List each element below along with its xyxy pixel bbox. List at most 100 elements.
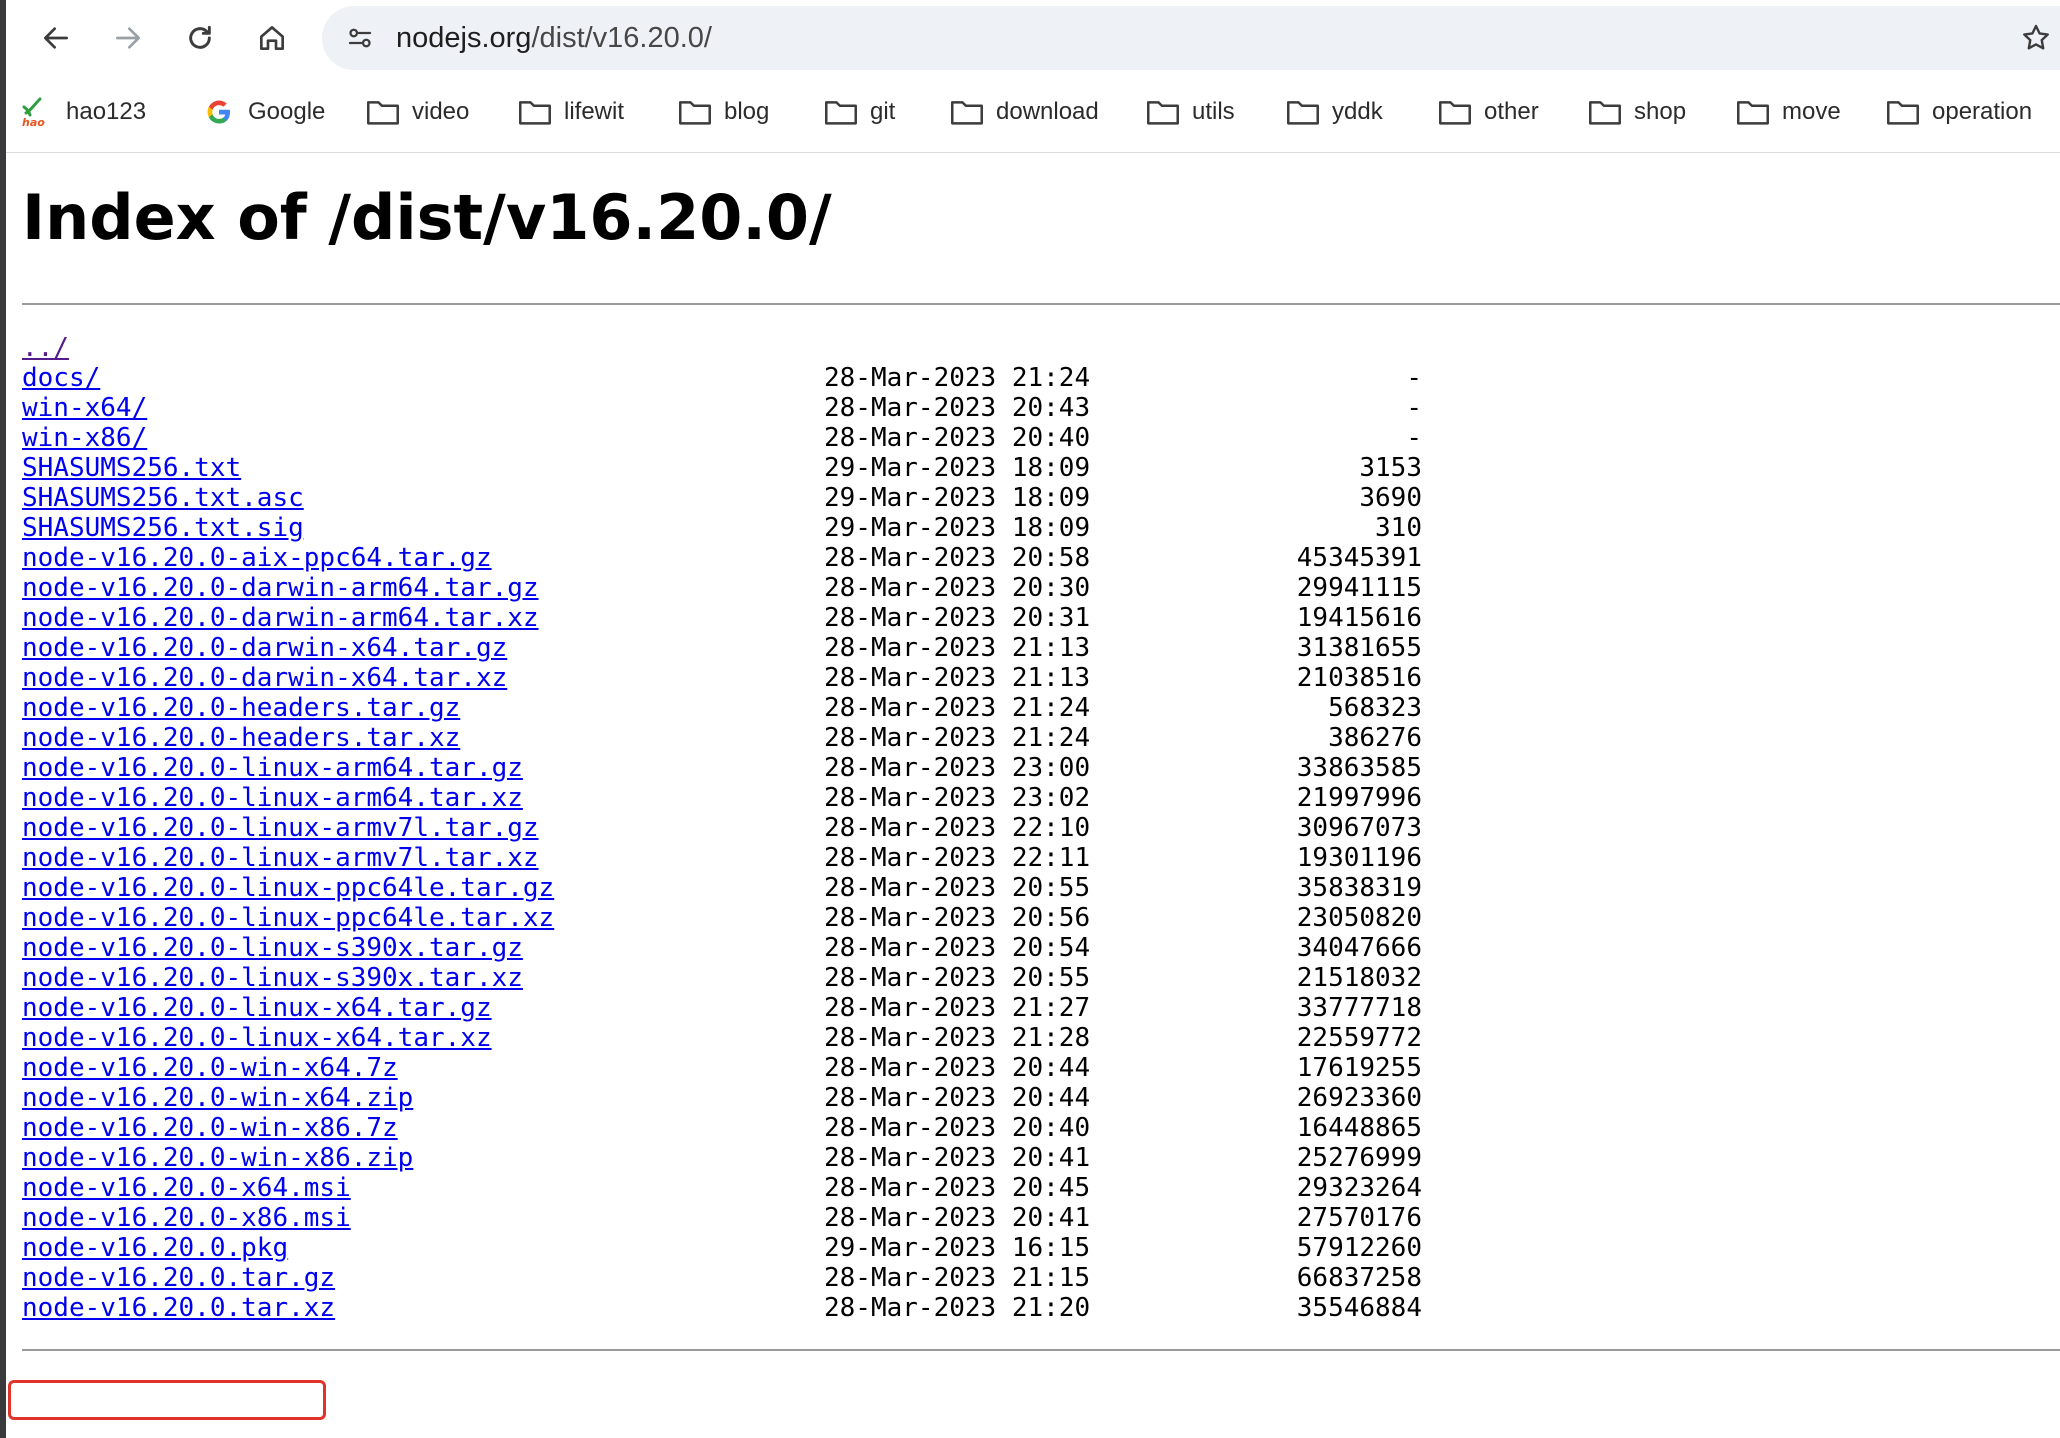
file-link[interactable]: node-v16.20.0-linux-armv7l.tar.gz xyxy=(22,813,539,843)
file-date: 28-Mar-2023 20:55 xyxy=(824,963,1091,993)
file-size: 21997996 xyxy=(1296,783,1422,813)
bookmark-label: other xyxy=(1484,98,1539,125)
file-link[interactable]: node-v16.20.0-darwin-x64.tar.xz xyxy=(22,663,507,693)
file-date: 28-Mar-2023 20:55 xyxy=(824,873,1091,903)
bookmark-yddk[interactable]: yddk xyxy=(1286,90,1383,134)
file-link[interactable]: node-v16.20.0-linux-armv7l.tar.xz xyxy=(22,843,539,873)
file-link[interactable]: node-v16.20.0-darwin-arm64.tar.gz xyxy=(22,573,539,603)
folder-icon xyxy=(678,97,712,127)
file-link[interactable]: node-v16.20.0-win-x64.7z xyxy=(22,1053,398,1083)
file-link[interactable]: node-v16.20.0-win-x86.7z xyxy=(22,1113,398,1143)
file-link[interactable]: node-v16.20.0-x86.msi xyxy=(22,1203,351,1233)
file-link[interactable]: node-v16.20.0-x64.msi xyxy=(22,1173,351,1203)
bookmark-video[interactable]: video xyxy=(366,90,469,134)
file-size: 45345391 xyxy=(1296,543,1422,573)
file-size: 3690 xyxy=(1359,483,1422,513)
file-link[interactable]: node-v16.20.0-linux-arm64.tar.xz xyxy=(22,783,523,813)
file-link[interactable]: win-x64/ xyxy=(22,393,147,423)
file-size: 21038516 xyxy=(1296,663,1422,693)
back-button[interactable] xyxy=(32,14,80,62)
file-size: 29941115 xyxy=(1296,573,1422,603)
star-icon xyxy=(2023,24,2049,50)
browser-toolbar: nodejs.org/dist/v16.20.0/ xyxy=(6,0,2060,78)
file-size: 33863585 xyxy=(1296,753,1422,783)
file-link[interactable]: node-v16.20.0-darwin-x64.tar.gz xyxy=(22,633,507,663)
site-info-button[interactable] xyxy=(340,18,380,58)
file-size: 17619255 xyxy=(1296,1053,1422,1083)
file-size: 22559772 xyxy=(1296,1023,1422,1053)
file-date: 28-Mar-2023 20:41 xyxy=(824,1203,1091,1233)
bookmark-blog[interactable]: blog xyxy=(678,90,769,134)
reload-button[interactable] xyxy=(176,14,224,62)
url-text[interactable]: nodejs.org/dist/v16.20.0/ xyxy=(396,20,712,56)
file-link[interactable]: SHASUMS256.txt.asc xyxy=(22,483,304,513)
bookmark-label: yddk xyxy=(1332,98,1383,125)
bookmark-download[interactable]: download xyxy=(950,90,1099,134)
file-link[interactable]: node-v16.20.0.tar.xz xyxy=(22,1293,335,1323)
folder-icon xyxy=(824,97,858,127)
bookmark-hao123[interactable]: hao hao123 xyxy=(20,90,146,134)
file-size: 31381655 xyxy=(1296,633,1422,663)
file-date: 28-Mar-2023 21:27 xyxy=(824,993,1091,1023)
bookmark-git[interactable]: git xyxy=(824,90,895,134)
home-button[interactable] xyxy=(248,14,296,62)
forward-button[interactable] xyxy=(104,14,152,62)
file-link[interactable]: node-v16.20.0-linux-ppc64le.tar.gz xyxy=(22,873,554,903)
file-date: 28-Mar-2023 20:43 xyxy=(824,393,1091,423)
bottom-divider xyxy=(22,1349,2060,1351)
file-link[interactable]: node-v16.20.0-linux-s390x.tar.gz xyxy=(22,933,523,963)
file-size: - xyxy=(1406,393,1422,423)
file-date: 28-Mar-2023 21:24 xyxy=(824,723,1091,753)
file-link[interactable]: node-v16.20.0-linux-ppc64le.tar.xz xyxy=(22,903,554,933)
file-size: 35546884 xyxy=(1296,1293,1422,1323)
file-link[interactable]: node-v16.20.0-headers.tar.xz xyxy=(22,723,460,753)
file-link[interactable]: node-v16.20.0-linux-x64.tar.gz xyxy=(22,993,492,1023)
file-date: 28-Mar-2023 20:30 xyxy=(824,573,1091,603)
file-link[interactable]: SHASUMS256.txt.sig xyxy=(22,513,304,543)
arrow-right-icon xyxy=(116,27,140,49)
file-size: 3153 xyxy=(1359,453,1422,483)
file-link[interactable]: node-v16.20.0-darwin-arm64.tar.xz xyxy=(22,603,539,633)
bookmark-google[interactable]: Google xyxy=(202,90,325,134)
file-link[interactable]: win-x86/ xyxy=(22,423,147,453)
file-link[interactable]: SHASUMS256.txt xyxy=(22,453,241,483)
file-size: 310 xyxy=(1375,513,1422,543)
folder-icon xyxy=(1438,97,1472,127)
bookmark-operation[interactable]: operation xyxy=(1886,90,2032,134)
folder-icon xyxy=(1588,97,1622,127)
file-link[interactable]: node-v16.20.0-linux-s390x.tar.xz xyxy=(22,963,523,993)
bookmark-star-button[interactable] xyxy=(2016,18,2056,58)
folder-icon xyxy=(1886,97,1920,127)
file-link[interactable]: node-v16.20.0-aix-ppc64.tar.gz xyxy=(22,543,492,573)
file-size: 30967073 xyxy=(1296,813,1422,843)
bookmark-shop[interactable]: shop xyxy=(1588,90,1686,134)
bookmark-label: shop xyxy=(1634,98,1687,125)
bookmark-other[interactable]: other xyxy=(1438,90,1539,134)
url-path: /dist/v16.20.0/ xyxy=(531,22,712,54)
directory-listing-page: Index of /dist/v16.20.0/ ../docs/28-Mar-… xyxy=(6,153,2060,1438)
address-bar[interactable]: nodejs.org/dist/v16.20.0/ xyxy=(322,6,2060,70)
file-link[interactable]: node-v16.20.0-win-x86.zip xyxy=(22,1143,413,1173)
file-size: 27570176 xyxy=(1296,1203,1422,1233)
file-date: 29-Mar-2023 18:09 xyxy=(824,483,1091,513)
file-link[interactable]: docs/ xyxy=(22,363,100,393)
file-date: 29-Mar-2023 18:09 xyxy=(824,453,1091,483)
file-date: 28-Mar-2023 21:24 xyxy=(824,363,1091,393)
file-date: 29-Mar-2023 18:09 xyxy=(824,513,1091,543)
home-icon xyxy=(260,26,284,50)
file-size: 21518032 xyxy=(1296,963,1422,993)
folder-icon xyxy=(950,97,984,127)
file-date: 28-Mar-2023 21:24 xyxy=(824,693,1091,723)
file-link[interactable]: node-v16.20.0-headers.tar.gz xyxy=(22,693,460,723)
bookmark-move[interactable]: move xyxy=(1736,90,1841,134)
file-link[interactable]: node-v16.20.0.pkg xyxy=(22,1233,288,1263)
bookmark-utils[interactable]: utils xyxy=(1146,90,1235,134)
bookmark-label: operation xyxy=(1932,98,2033,125)
bookmark-lifewit[interactable]: lifewit xyxy=(518,90,624,134)
file-link[interactable]: node-v16.20.0-linux-arm64.tar.gz xyxy=(22,753,523,783)
file-link[interactable]: node-v16.20.0-win-x64.zip xyxy=(22,1083,413,1113)
file-link[interactable]: ../ xyxy=(22,333,69,363)
bookmark-label: video xyxy=(412,98,470,125)
file-link[interactable]: node-v16.20.0.tar.gz xyxy=(22,1263,335,1293)
file-link[interactable]: node-v16.20.0-linux-x64.tar.xz xyxy=(22,1023,492,1053)
